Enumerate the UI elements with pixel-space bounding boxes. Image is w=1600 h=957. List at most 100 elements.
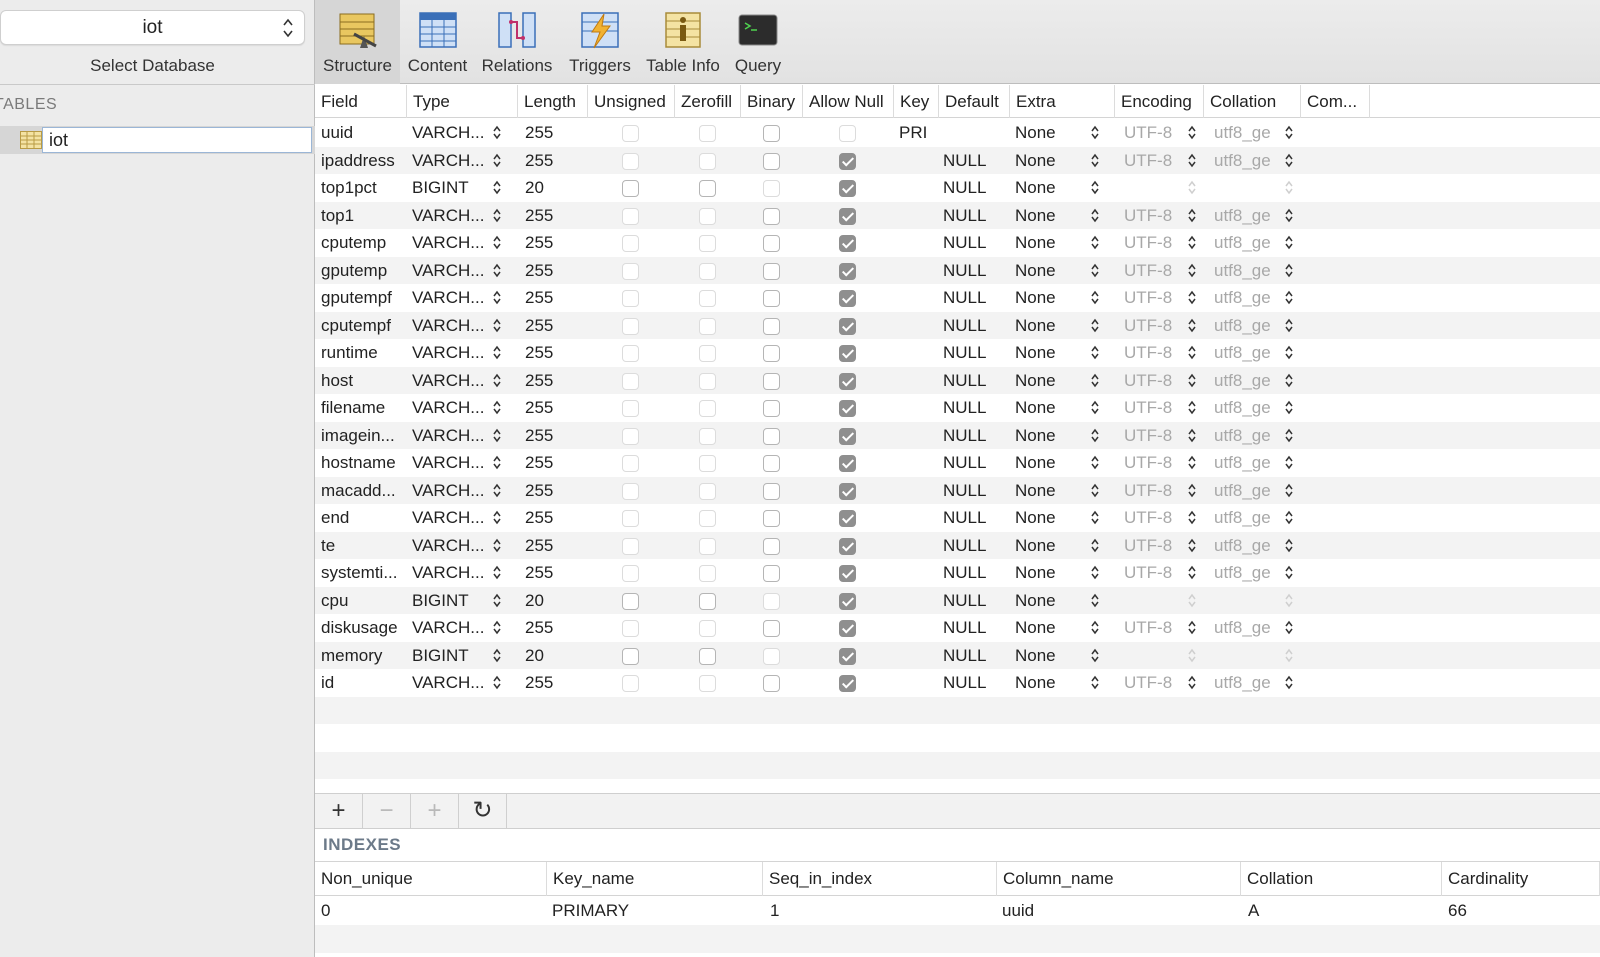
length-cell[interactable]: 255: [525, 449, 585, 477]
allow-null-checkbox[interactable]: [839, 180, 856, 197]
extra-stepper-icon[interactable]: [1090, 592, 1100, 609]
extra-stepper-icon[interactable]: [1090, 647, 1100, 664]
extra-stepper-icon[interactable]: [1090, 482, 1100, 499]
key-cell[interactable]: [899, 477, 939, 505]
encoding-stepper-icon[interactable]: [1187, 289, 1197, 306]
collation-stepper-icon[interactable]: [1284, 207, 1294, 224]
length-cell[interactable]: 255: [525, 312, 585, 340]
length-cell[interactable]: 255: [525, 284, 585, 312]
table-row[interactable]: top1pct BIGINT 20 NULL None: [315, 174, 1600, 202]
encoding-stepper-icon[interactable]: [1187, 399, 1197, 416]
default-cell[interactable]: NULL: [943, 669, 1005, 697]
unsigned-checkbox[interactable]: [622, 345, 639, 362]
index-header-seq-in-index[interactable]: Seq_in_index: [763, 862, 997, 896]
key-cell[interactable]: [899, 367, 939, 395]
allow-null-checkbox[interactable]: [839, 675, 856, 692]
remove-field-button[interactable]: −: [363, 794, 411, 829]
field-name-cell[interactable]: diskusage: [321, 614, 407, 642]
encoding-cell[interactable]: UTF-8: [1124, 229, 1184, 257]
extra-stepper-icon[interactable]: [1090, 317, 1100, 334]
extra-cell[interactable]: None: [1015, 642, 1075, 670]
table-row[interactable]: systemti... VARCH... 255 NULL None UTF-8 utf8_…: [315, 559, 1600, 587]
zerofill-checkbox[interactable]: [699, 620, 716, 637]
extra-stepper-icon[interactable]: [1090, 564, 1100, 581]
collation-cell[interactable]: utf8_ge: [1214, 229, 1280, 257]
key-cell[interactable]: [899, 257, 939, 285]
allow-null-checkbox[interactable]: [839, 345, 856, 362]
column-header-unsigned[interactable]: Unsigned: [588, 85, 675, 118]
zerofill-checkbox[interactable]: [699, 290, 716, 307]
allow-null-checkbox[interactable]: [839, 647, 856, 665]
encoding-stepper-icon[interactable]: [1187, 537, 1197, 554]
unsigned-checkbox[interactable]: [622, 125, 639, 142]
column-header-field[interactable]: Field: [315, 85, 407, 118]
default-cell[interactable]: NULL: [943, 312, 1005, 340]
encoding-cell[interactable]: UTF-8: [1124, 422, 1184, 450]
binary-checkbox[interactable]: [763, 565, 780, 582]
unsigned-checkbox[interactable]: [622, 235, 639, 252]
field-name-cell[interactable]: filename: [321, 394, 407, 422]
table-row[interactable]: diskusage VARCH... 255 NULL None UTF-8 utf8_ge: [315, 614, 1600, 642]
encoding-cell[interactable]: UTF-8: [1124, 284, 1184, 312]
type-cell[interactable]: VARCH...: [412, 477, 484, 505]
table-list-item[interactable]: iot: [0, 126, 315, 154]
extra-stepper-icon[interactable]: [1090, 152, 1100, 169]
binary-checkbox[interactable]: [763, 317, 780, 335]
type-stepper-icon[interactable]: [492, 152, 502, 169]
collation-cell[interactable]: [1214, 174, 1280, 202]
length-cell[interactable]: 255: [525, 229, 585, 257]
type-stepper-icon[interactable]: [492, 427, 502, 444]
key-cell[interactable]: [899, 147, 939, 175]
type-stepper-icon[interactable]: [492, 179, 502, 196]
type-cell[interactable]: VARCH...: [412, 284, 484, 312]
collation-stepper-icon[interactable]: [1284, 372, 1294, 389]
unsigned-checkbox[interactable]: [622, 152, 639, 170]
type-stepper-icon[interactable]: [492, 454, 502, 471]
collation-stepper-icon[interactable]: [1284, 152, 1294, 169]
default-cell[interactable]: NULL: [943, 477, 1005, 505]
collation-cell[interactable]: utf8_ge: [1214, 119, 1280, 147]
extra-cell[interactable]: None: [1015, 559, 1075, 587]
extra-cell[interactable]: None: [1015, 119, 1075, 147]
binary-checkbox[interactable]: [763, 235, 780, 252]
column-header-encoding[interactable]: Encoding: [1115, 85, 1204, 118]
type-cell[interactable]: VARCH...: [412, 532, 484, 560]
key-cell[interactable]: [899, 339, 939, 367]
collation-stepper-icon[interactable]: [1284, 647, 1294, 664]
length-cell[interactable]: 255: [525, 614, 585, 642]
type-stepper-icon[interactable]: [492, 482, 502, 499]
encoding-cell[interactable]: UTF-8: [1124, 147, 1184, 175]
encoding-cell[interactable]: UTF-8: [1124, 119, 1184, 147]
length-cell[interactable]: 255: [525, 147, 585, 175]
allow-null-checkbox[interactable]: [839, 207, 856, 225]
zerofill-checkbox[interactable]: [699, 235, 716, 252]
encoding-cell[interactable]: UTF-8: [1124, 312, 1184, 340]
table-row[interactable]: filename VARCH... 255 NULL None UTF-8 utf8_ge: [315, 394, 1600, 422]
extra-stepper-icon[interactable]: [1090, 207, 1100, 224]
binary-checkbox[interactable]: [763, 152, 780, 170]
encoding-cell[interactable]: UTF-8: [1124, 449, 1184, 477]
binary-checkbox[interactable]: [763, 482, 780, 500]
index-header-column-name[interactable]: Column_name: [997, 862, 1241, 896]
collation-stepper-icon[interactable]: [1284, 454, 1294, 471]
index-cell-seq-in-index[interactable]: 1: [764, 897, 779, 925]
collation-stepper-icon[interactable]: [1284, 344, 1294, 361]
length-cell[interactable]: 20: [525, 642, 585, 670]
column-header-default[interactable]: Default: [939, 85, 1010, 118]
field-name-cell[interactable]: cputemp: [321, 229, 407, 257]
index-header-collation[interactable]: Collation: [1241, 862, 1442, 896]
encoding-stepper-icon[interactable]: [1187, 372, 1197, 389]
type-stepper-icon[interactable]: [492, 289, 502, 306]
table-row[interactable]: hostname VARCH... 255 NULL None UTF-8 utf8_ge: [315, 449, 1600, 477]
column-header-comment[interactable]: Com...: [1301, 85, 1370, 118]
index-header-key-name[interactable]: Key_name: [547, 862, 763, 896]
field-name-cell[interactable]: imagein...: [321, 422, 407, 450]
key-cell[interactable]: [899, 312, 939, 340]
collation-cell[interactable]: utf8_ge: [1214, 202, 1280, 230]
type-stepper-icon[interactable]: [492, 537, 502, 554]
refresh-button[interactable]: ↻: [459, 794, 507, 829]
binary-checkbox[interactable]: [763, 592, 780, 610]
tab-content[interactable]: Content: [400, 0, 475, 84]
type-cell[interactable]: BIGINT: [412, 642, 484, 670]
type-cell[interactable]: VARCH...: [412, 119, 484, 147]
